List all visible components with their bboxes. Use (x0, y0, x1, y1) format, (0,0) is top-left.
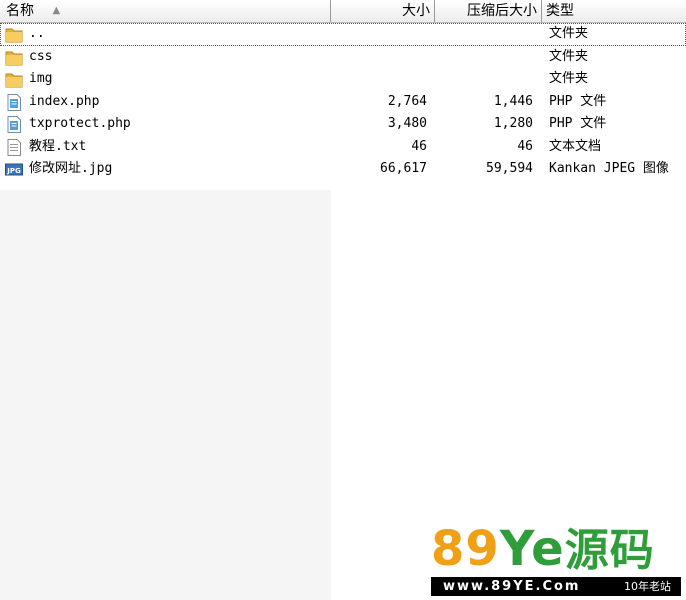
file-size: 66,617 (380, 161, 427, 176)
file-compressed-size: 59,594 (486, 161, 533, 176)
folder-icon (5, 26, 23, 43)
watermark-tag: 10年老站 (624, 580, 671, 593)
file-size: 3,480 (387, 116, 427, 131)
php-file-icon (5, 116, 23, 133)
file-name: 修改网址.jpg (29, 161, 113, 176)
table-row[interactable]: img 文件夹 (0, 68, 686, 91)
column-header: 名称 ▲ 大小 压缩后大小 类型 (0, 0, 686, 23)
column-size-label: 大小 (402, 3, 430, 19)
table-row[interactable]: index.php 2,764 1,446 PHP 文件 (0, 91, 686, 114)
jpg-file-icon: JPG (5, 161, 23, 178)
column-type-label: 类型 (546, 3, 574, 19)
sort-ascending-icon: ▲ (52, 5, 61, 16)
php-file-icon (5, 93, 23, 111)
file-type: 文本文档 (549, 138, 602, 154)
column-name-label: 名称 (6, 3, 34, 19)
list-background (0, 190, 331, 600)
column-compressed-label: 压缩后大小 (467, 3, 537, 19)
watermark: 89Ye源码 www.89YE.Com 10年老站 (431, 522, 681, 596)
file-name: css (29, 48, 53, 64)
table-row[interactable]: txprotect.php 3,480 1,280 PHP 文件 (0, 113, 686, 136)
file-type: 文件夹 (549, 26, 589, 41)
file-name: 教程.txt (29, 138, 87, 154)
file-name: .. (29, 26, 45, 41)
table-row[interactable]: JPG 修改网址.jpg 66,617 59,594 Kankan JPEG 图… (0, 158, 686, 181)
file-type: PHP 文件 (549, 116, 607, 131)
file-list: .. 文件夹 css 文件夹 img 文件夹 index.php 2,764 1… (0, 23, 686, 181)
watermark-bar: www.89YE.Com 10年老站 (431, 577, 681, 596)
file-name: txprotect.php (29, 116, 131, 131)
file-type: 文件夹 (549, 48, 589, 64)
file-type: 文件夹 (549, 71, 589, 86)
file-size: 2,764 (387, 93, 427, 109)
table-row[interactable]: css 文件夹 (0, 46, 686, 69)
text-file-icon (5, 138, 23, 156)
file-type: PHP 文件 (549, 93, 607, 109)
file-compressed-size: 1,446 (493, 93, 533, 109)
watermark-logo-number: 89 (431, 521, 500, 577)
watermark-logo-chinese: 源码 (564, 525, 655, 576)
file-compressed-size: 46 (517, 138, 533, 154)
watermark-logo-ye: Ye (499, 521, 565, 577)
svg-text:JPG: JPG (6, 167, 21, 175)
column-header-type[interactable]: 类型 (542, 0, 686, 22)
file-size: 46 (411, 138, 427, 154)
folder-icon (5, 71, 23, 88)
watermark-logo: 89Ye源码 (431, 522, 655, 576)
watermark-url: www.89YE.Com (443, 579, 581, 594)
column-header-compressed-size[interactable]: 压缩后大小 (435, 0, 542, 22)
file-type: Kankan JPEG 图像 (549, 161, 669, 176)
folder-icon (5, 49, 23, 66)
file-compressed-size: 1,280 (493, 116, 533, 131)
column-header-size[interactable]: 大小 (331, 0, 435, 22)
table-row[interactable]: .. 文件夹 (0, 23, 686, 46)
file-name: index.php (29, 93, 100, 109)
file-name: img (29, 71, 53, 86)
column-header-name[interactable]: 名称 ▲ (0, 0, 331, 22)
table-row[interactable]: 教程.txt 46 46 文本文档 (0, 136, 686, 159)
